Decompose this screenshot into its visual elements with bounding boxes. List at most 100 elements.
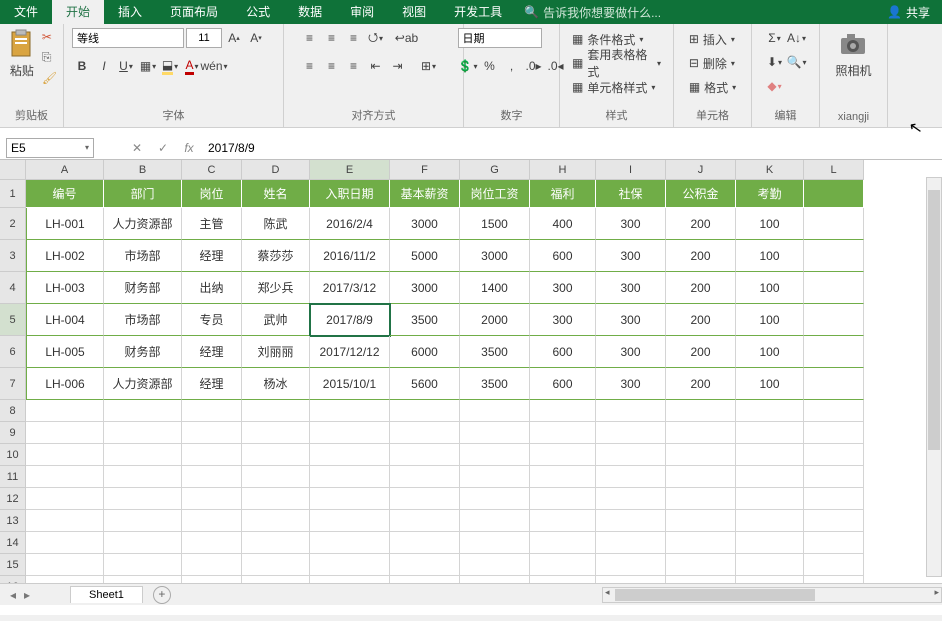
cell[interactable]: 200 bbox=[666, 272, 736, 304]
cell[interactable] bbox=[666, 532, 736, 554]
cell[interactable] bbox=[530, 488, 596, 510]
cell[interactable] bbox=[310, 510, 390, 532]
copy-icon[interactable]: ⎘ bbox=[42, 50, 57, 65]
cut-icon[interactable]: ✂ bbox=[42, 30, 57, 44]
cell[interactable] bbox=[530, 510, 596, 532]
cell[interactable]: 1400 bbox=[460, 272, 530, 304]
fx-button[interactable]: fx bbox=[176, 141, 202, 155]
cell[interactable] bbox=[736, 510, 804, 532]
cell[interactable]: 300 bbox=[596, 304, 666, 336]
cell[interactable]: 主管 bbox=[182, 208, 242, 240]
cell[interactable] bbox=[804, 444, 864, 466]
cell[interactable] bbox=[182, 466, 242, 488]
format-cells-button[interactable]: ▦格式▾ bbox=[685, 76, 740, 98]
cell[interactable]: 岗位工资 bbox=[460, 180, 530, 208]
comma-button[interactable]: , bbox=[502, 56, 522, 76]
cell[interactable] bbox=[390, 554, 460, 576]
cell[interactable]: 2017/8/9 bbox=[310, 304, 390, 336]
cell[interactable]: LH-002 bbox=[26, 240, 104, 272]
vertical-scrollbar[interactable] bbox=[926, 177, 942, 577]
font-size-combo[interactable] bbox=[186, 28, 222, 48]
cell[interactable] bbox=[26, 444, 104, 466]
cell[interactable]: 市场部 bbox=[104, 304, 182, 336]
align-top-button[interactable]: ≡ bbox=[300, 28, 320, 48]
row-header[interactable]: 1 bbox=[0, 180, 26, 208]
cell[interactable]: 3000 bbox=[460, 240, 530, 272]
cell[interactable]: 人力资源部 bbox=[104, 208, 182, 240]
row-header[interactable]: 6 bbox=[0, 336, 26, 368]
italic-button[interactable]: I bbox=[94, 56, 114, 76]
cell[interactable] bbox=[804, 488, 864, 510]
row-header[interactable]: 8 bbox=[0, 400, 26, 422]
cell[interactable] bbox=[804, 336, 864, 368]
cell[interactable] bbox=[804, 400, 864, 422]
column-header[interactable]: L bbox=[804, 160, 864, 180]
cell[interactable]: 300 bbox=[596, 336, 666, 368]
row-header[interactable]: 12 bbox=[0, 488, 26, 510]
row-header[interactable]: 13 bbox=[0, 510, 26, 532]
cell[interactable] bbox=[736, 422, 804, 444]
cell[interactable] bbox=[530, 466, 596, 488]
cell[interactable]: 300 bbox=[596, 272, 666, 304]
cell[interactable]: 2017/3/12 bbox=[310, 272, 390, 304]
cell[interactable] bbox=[242, 488, 310, 510]
cell[interactable] bbox=[460, 532, 530, 554]
cell[interactable] bbox=[26, 400, 104, 422]
row-header[interactable]: 15 bbox=[0, 554, 26, 576]
cell[interactable]: 2017/12/12 bbox=[310, 336, 390, 368]
find-button[interactable]: 🔍 bbox=[787, 52, 807, 72]
tab-view[interactable]: 视图 bbox=[388, 0, 440, 24]
cell[interactable] bbox=[736, 400, 804, 422]
cell[interactable] bbox=[242, 400, 310, 422]
column-header[interactable]: A bbox=[26, 160, 104, 180]
cell[interactable] bbox=[804, 180, 864, 208]
cell[interactable] bbox=[596, 400, 666, 422]
row-header[interactable]: 4 bbox=[0, 272, 26, 304]
cell[interactable]: 刘丽丽 bbox=[242, 336, 310, 368]
cell[interactable] bbox=[390, 400, 460, 422]
fill-color-button[interactable]: ⬓ bbox=[160, 56, 180, 76]
cell[interactable]: LH-003 bbox=[26, 272, 104, 304]
sheet-nav-prev-icon[interactable]: ◂ bbox=[10, 588, 16, 602]
cell[interactable]: 400 bbox=[530, 208, 596, 240]
cell[interactable] bbox=[242, 554, 310, 576]
cell[interactable]: 300 bbox=[530, 304, 596, 336]
sheet-tab[interactable]: Sheet1 bbox=[70, 586, 143, 603]
align-right-button[interactable]: ≡ bbox=[344, 56, 364, 76]
formula-input[interactable] bbox=[202, 141, 942, 155]
cell[interactable]: 200 bbox=[666, 304, 736, 336]
cell[interactable] bbox=[804, 208, 864, 240]
cell[interactable] bbox=[666, 444, 736, 466]
cell[interactable] bbox=[310, 532, 390, 554]
cell[interactable] bbox=[390, 444, 460, 466]
cell[interactable] bbox=[242, 466, 310, 488]
cell[interactable]: 2016/11/2 bbox=[310, 240, 390, 272]
add-sheet-button[interactable]: + bbox=[153, 586, 171, 604]
cell[interactable] bbox=[530, 554, 596, 576]
cell[interactable] bbox=[530, 532, 596, 554]
hscroll-left-icon[interactable]: ◂ bbox=[605, 587, 610, 598]
cell[interactable] bbox=[666, 400, 736, 422]
cell[interactable]: 100 bbox=[736, 272, 804, 304]
orientation-button[interactable]: ⭯ bbox=[366, 28, 386, 48]
cell[interactable] bbox=[460, 400, 530, 422]
hscroll-right-icon[interactable]: ▸ bbox=[934, 587, 939, 598]
cell[interactable]: 公积金 bbox=[666, 180, 736, 208]
cell[interactable]: 郑少兵 bbox=[242, 272, 310, 304]
tab-formula[interactable]: 公式 bbox=[232, 0, 284, 24]
cell[interactable]: 财务部 bbox=[104, 336, 182, 368]
tab-dev[interactable]: 开发工具 bbox=[440, 0, 516, 24]
cell[interactable]: 杨冰 bbox=[242, 368, 310, 400]
row-header[interactable]: 5 bbox=[0, 304, 26, 336]
cell[interactable] bbox=[310, 554, 390, 576]
cell[interactable] bbox=[460, 554, 530, 576]
cell[interactable]: 财务部 bbox=[104, 272, 182, 304]
cell[interactable] bbox=[736, 466, 804, 488]
cell[interactable]: LH-004 bbox=[26, 304, 104, 336]
cell[interactable] bbox=[104, 488, 182, 510]
cell[interactable] bbox=[242, 532, 310, 554]
cell[interactable] bbox=[104, 422, 182, 444]
cell[interactable] bbox=[104, 444, 182, 466]
cell[interactable]: 300 bbox=[530, 272, 596, 304]
cell[interactable] bbox=[460, 422, 530, 444]
